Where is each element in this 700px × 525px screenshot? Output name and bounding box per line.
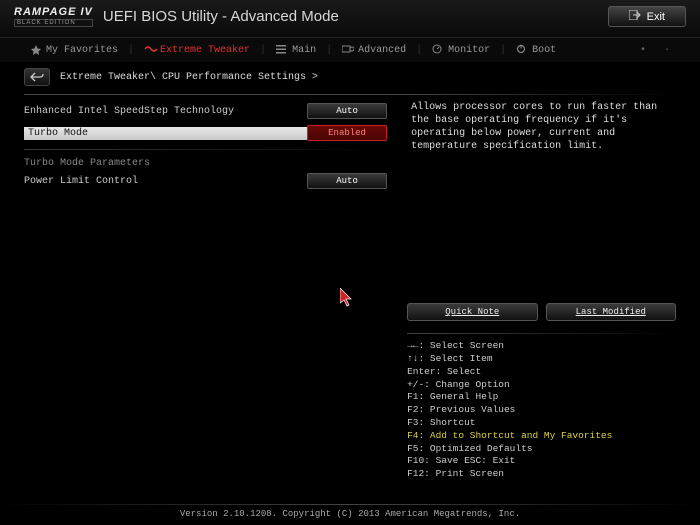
section-header: Turbo Mode Parameters (24, 158, 387, 169)
setting-eist[interactable]: Enhanced Intel SpeedStep Technology Auto (24, 101, 387, 121)
setting-power-limit[interactable]: Power Limit Control Auto (24, 171, 387, 191)
tab-main[interactable]: Main (270, 44, 322, 56)
tab-advanced[interactable]: Advanced (336, 44, 412, 56)
tab-favorites[interactable]: My Favorites (24, 44, 124, 56)
quick-note-button[interactable]: Quick Note (407, 303, 537, 321)
star-icon (30, 44, 42, 56)
list-icon (276, 44, 288, 56)
settings-panel: Enhanced Intel SpeedStep Technology Auto… (24, 101, 387, 481)
help-text: Allows processor cores to run faster tha… (407, 101, 676, 153)
page-title: UEFI BIOS Utility - Advanced Mode (103, 8, 339, 25)
page-dots: • · (640, 45, 676, 56)
monitor-icon (432, 44, 444, 56)
divider (24, 94, 676, 95)
footer: Version 2.10.1208. Copyright (C) 2013 Am… (0, 504, 700, 519)
exit-button[interactable]: Exit (608, 6, 686, 27)
turbo-value[interactable]: Enabled (307, 125, 387, 141)
logo-bottom: BLACK EDITION (14, 19, 93, 27)
tab-bar: My Favorites | Extreme Tweaker | Main | … (0, 38, 700, 62)
header: RAMPAGE IV BLACK EDITION UEFI BIOS Utili… (0, 0, 700, 38)
back-arrow-icon (30, 72, 44, 82)
tab-boot[interactable]: Boot (510, 44, 562, 56)
last-modified-button[interactable]: Last Modified (546, 303, 676, 321)
eist-value[interactable]: Auto (307, 103, 387, 119)
plc-value[interactable]: Auto (307, 173, 387, 189)
back-button[interactable] (24, 68, 50, 86)
exit-label: Exit (647, 11, 665, 23)
advanced-icon (342, 44, 354, 56)
tab-extreme-tweaker[interactable]: Extreme Tweaker (138, 44, 256, 56)
breadcrumb-row: Extreme Tweaker\ CPU Performance Setting… (0, 62, 700, 92)
breadcrumb: Extreme Tweaker\ CPU Performance Setting… (60, 72, 318, 83)
tab-monitor[interactable]: Monitor (426, 44, 496, 56)
key-hints: →←: Select Screen ↑↓: Select Item Enter:… (407, 340, 676, 481)
exit-icon (629, 10, 641, 23)
logo: RAMPAGE IV BLACK EDITION (14, 7, 93, 27)
help-panel: Allows processor cores to run faster tha… (407, 101, 676, 481)
power-icon (516, 44, 528, 56)
logo-top: RAMPAGE IV (14, 7, 93, 18)
setting-turbo-mode[interactable]: Turbo Mode Enabled (24, 123, 387, 143)
tweaker-icon (144, 44, 156, 56)
